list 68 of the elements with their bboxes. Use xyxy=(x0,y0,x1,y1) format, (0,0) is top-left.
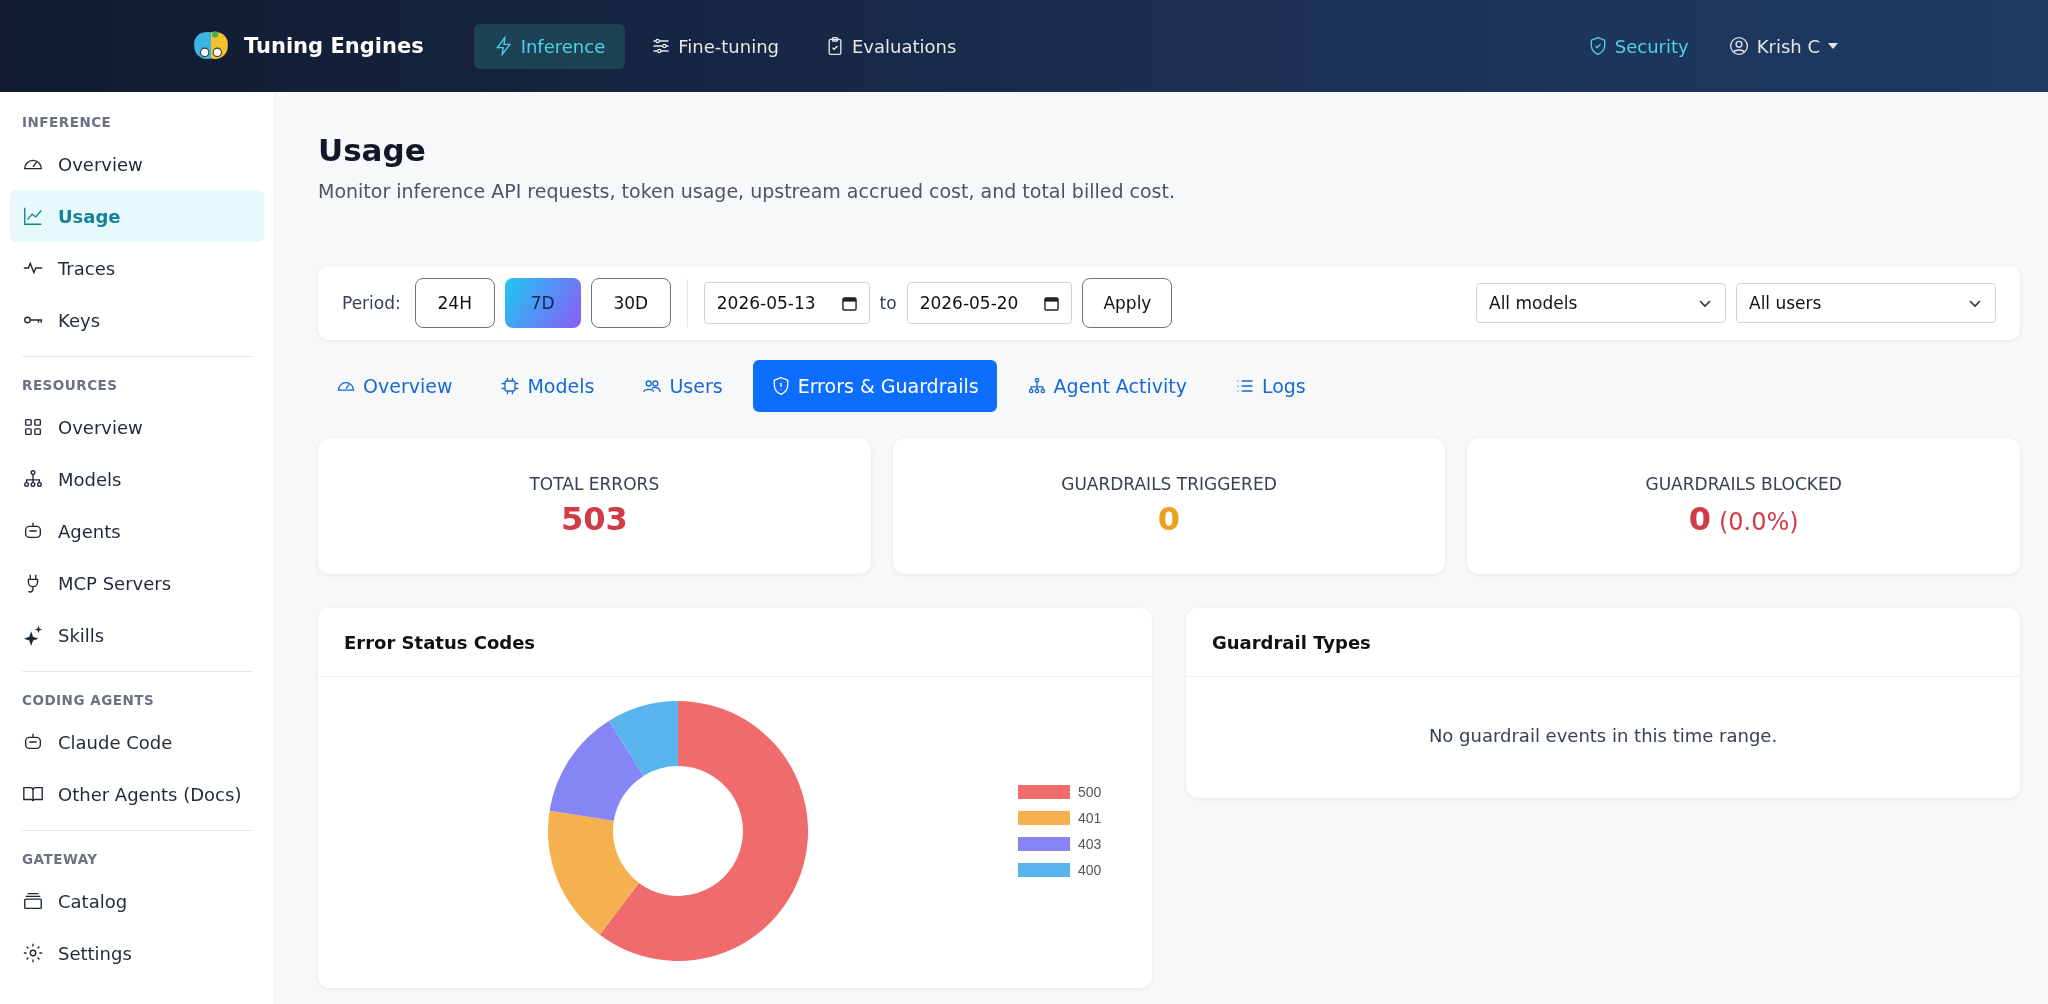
empty-message: No guardrail events in this time range. xyxy=(1427,724,1779,746)
hierarchy-icon xyxy=(1026,376,1047,396)
security-link[interactable]: Security xyxy=(1587,35,1689,57)
section-heading: CODING AGENTS xyxy=(22,692,156,710)
sidebar-item[interactable]: Models xyxy=(10,453,264,505)
tab[interactable]: Logs xyxy=(1216,360,1324,412)
section-heading: GATEWAY xyxy=(22,851,99,869)
user-select[interactable]: All users xyxy=(1736,283,1996,323)
user-avatar-icon xyxy=(1728,36,1749,56)
sidebar-item[interactable]: MCP Servers xyxy=(10,557,264,609)
model-select[interactable]: All models xyxy=(1476,283,1726,323)
sidebar-item[interactable]: Usage xyxy=(10,190,264,242)
sidebar-item[interactable]: Overview xyxy=(10,401,264,453)
tab[interactable]: Agent Activity xyxy=(1008,360,1205,412)
sparkle-icon xyxy=(22,624,44,646)
section-heading: INFERENCE xyxy=(21,114,113,132)
nav-tab[interactable]: Inference xyxy=(473,23,626,69)
calendar-icon xyxy=(841,295,857,311)
stat-value: 503 xyxy=(560,500,628,538)
grid-icon xyxy=(22,416,44,438)
tab[interactable]: Errors & Guardrails xyxy=(752,360,997,412)
tab[interactable]: Users xyxy=(624,360,741,412)
tab[interactable]: Models xyxy=(482,360,613,412)
chip-icon xyxy=(500,376,521,396)
stat-value: 0 xyxy=(1688,500,1711,538)
sliders-icon xyxy=(651,36,672,56)
line-chart-icon xyxy=(22,205,44,227)
nav-tab[interactable]: Evaluations xyxy=(804,23,977,69)
card-title: Guardrail Types xyxy=(1186,608,2020,677)
sidebar-item[interactable]: Skills xyxy=(10,609,264,661)
tray-icon xyxy=(22,890,44,912)
sidebar-item[interactable]: Overview xyxy=(10,138,264,190)
legend-label: 500 xyxy=(1078,784,1102,800)
stat-label: GUARDRAILS BLOCKED xyxy=(1645,474,1842,494)
stat-label: GUARDRAILS TRIGGERED xyxy=(1061,474,1277,494)
calendar-icon xyxy=(1044,295,1060,311)
card-title: Error Status Codes xyxy=(318,608,1152,677)
sidebar-item[interactable]: Settings xyxy=(10,927,264,979)
sidebar-item[interactable]: Catalog xyxy=(10,875,264,927)
legend-label: 403 xyxy=(1078,836,1102,852)
section-heading: RESOURCES xyxy=(22,377,119,395)
period-label: Period: xyxy=(342,293,401,313)
sidebar-item[interactable]: Agents xyxy=(10,505,264,557)
sidebar-item[interactable]: Traces xyxy=(10,242,264,294)
date-field[interactable]: 2026-05-13 xyxy=(703,282,870,324)
legend-label: 401 xyxy=(1078,810,1102,826)
caret-icon xyxy=(1828,43,1838,49)
stat-label: TOTAL ERRORS xyxy=(529,474,660,494)
period-button[interactable]: 30D xyxy=(590,278,671,328)
user-menu[interactable]: Krish C xyxy=(1728,35,1838,57)
date-field[interactable]: 2026-05-20 xyxy=(906,282,1073,324)
hierarchy-icon xyxy=(22,468,44,490)
to-label: to xyxy=(879,293,897,313)
page-subtitle: Monitor inference API requests, token usage, upstream accrued cost, and total billed cost. xyxy=(318,180,1176,202)
period-button[interactable]: 24H xyxy=(414,278,495,328)
stat-value: 0 xyxy=(1157,500,1181,538)
settings-icon xyxy=(22,942,44,964)
legend-label: 400 xyxy=(1078,862,1102,878)
period-button[interactable]: 7D xyxy=(504,278,581,328)
tab[interactable]: Overview xyxy=(318,360,471,412)
sidebar-item[interactable]: Claude Code xyxy=(10,716,264,768)
app-name: Tuning Engines xyxy=(244,34,424,58)
stat-percentage: (0.0%) xyxy=(1718,508,1799,536)
sidebar-item[interactable]: Other Agents (Docs) xyxy=(10,768,264,820)
nav-tab[interactable]: Fine-tuning xyxy=(631,23,799,69)
page-title: Usage xyxy=(318,132,427,168)
apply-button[interactable]: Apply xyxy=(1082,278,1173,328)
sidebar-item[interactable]: Keys xyxy=(10,294,264,346)
